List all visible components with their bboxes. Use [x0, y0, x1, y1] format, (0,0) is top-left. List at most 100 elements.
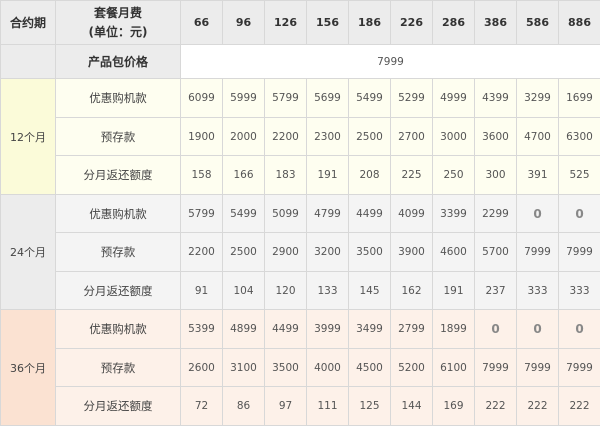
value-cell: 0	[516, 309, 559, 349]
term-label: 36个月	[0, 309, 56, 426]
value-cell: 0	[558, 309, 600, 349]
package-price-row: 产品包价格 7999	[0, 43, 600, 80]
value-cell: 5499	[348, 78, 391, 118]
term-group-12-months: 12个月 优惠购机款 6099 5999 5799 5699 5499 5299 4999 439…	[0, 78, 600, 195]
monthly-rebate-row: 分月返还额度 158 166 183 191 208 225 250 300 391 525	[1, 155, 600, 195]
value-cell: 104	[222, 270, 265, 311]
package-price-value: 7999	[180, 43, 600, 80]
value-cell: 3000	[432, 116, 475, 157]
value-cell: 3100	[222, 347, 265, 388]
value-cell: 0	[558, 193, 600, 234]
value-cell: 3900	[390, 232, 433, 272]
value-cell: 3200	[306, 232, 349, 272]
value-cell: 133	[306, 270, 349, 311]
prepaid-row: 预存款 1900 2000 2200 2300 2500 2700 3000 3600 4700 6…	[1, 116, 600, 157]
row-label: 预存款	[55, 116, 181, 157]
row-label: 分月返还额度	[55, 386, 181, 426]
value-cell: 237	[474, 270, 517, 311]
value-cell: 3600	[474, 116, 517, 157]
value-cell: 86	[222, 386, 265, 426]
value-cell: 7999	[558, 232, 600, 272]
value-cell: 1899	[432, 309, 475, 349]
value-cell: 7999	[558, 347, 600, 388]
value-cell: 2200	[180, 232, 223, 272]
value-cell: 4999	[432, 78, 475, 118]
value-cell: 2300	[306, 116, 349, 157]
value-cell: 4399	[474, 78, 517, 118]
term-label: 24个月	[0, 193, 56, 311]
plan-header: 126	[264, 0, 307, 45]
monthly-rebate-row: 分月返还额度 91 104 120 133 145 162 191 237 333 333	[1, 270, 600, 311]
value-cell: 2200	[264, 116, 307, 157]
value-cell: 5700	[474, 232, 517, 272]
value-cell: 4499	[348, 193, 391, 234]
value-cell: 6300	[558, 116, 600, 157]
discount-price-row: 24个月 优惠购机款 5799 5499 5099 4799 4499 4099 3399 229…	[0, 193, 600, 311]
value-cell: 3999	[306, 309, 349, 349]
value-cell: 2500	[222, 232, 265, 272]
value-cell: 183	[264, 155, 307, 195]
plan-header: 96	[222, 0, 265, 45]
value-cell: 72	[180, 386, 223, 426]
value-cell: 222	[558, 386, 600, 426]
value-cell: 2600	[180, 347, 223, 388]
value-cell: 7999	[474, 347, 517, 388]
value-cell: 2500	[348, 116, 391, 157]
row-label: 优惠购机款	[55, 78, 181, 118]
value-cell: 5499	[222, 193, 265, 234]
value-cell: 4700	[516, 116, 559, 157]
value-cell: 222	[474, 386, 517, 426]
value-cell: 5799	[264, 78, 307, 118]
plan-header: 66	[180, 0, 223, 45]
package-price-label: 产品包价格	[55, 43, 181, 80]
plan-header: 386	[474, 0, 517, 45]
value-cell: 0	[516, 193, 559, 234]
row-label: 优惠购机款	[55, 309, 181, 349]
value-cell: 3500	[348, 232, 391, 272]
value-cell: 5099	[264, 193, 307, 234]
value-cell: 250	[432, 155, 475, 195]
value-cell: 222	[516, 386, 559, 426]
value-cell: 4000	[306, 347, 349, 388]
value-cell: 5799	[180, 193, 223, 234]
monthly-fee-unit: (单位：元)	[88, 24, 148, 39]
value-cell: 3399	[432, 193, 475, 234]
value-cell: 5299	[390, 78, 433, 118]
discount-price-row: 12个月 优惠购机款 6099 5999 5799 5699 5499 5299 4999 439…	[0, 78, 600, 195]
value-cell: 6100	[432, 347, 475, 388]
value-cell: 7999	[516, 232, 559, 272]
value-cell: 144	[390, 386, 433, 426]
value-cell: 4799	[306, 193, 349, 234]
term-group-24-months: 24个月 优惠购机款 5799 5499 5099 4799 4499 4099 3399 229…	[0, 193, 600, 311]
value-cell: 6099	[180, 78, 223, 118]
row-label: 预存款	[55, 232, 181, 272]
plan-header: 586	[516, 0, 559, 45]
value-cell: 4600	[432, 232, 475, 272]
row-label: 预存款	[55, 347, 181, 388]
value-cell: 2700	[390, 116, 433, 157]
value-cell: 162	[390, 270, 433, 311]
value-cell: 3500	[264, 347, 307, 388]
value-cell: 5999	[222, 78, 265, 118]
discount-price-row: 36个月 优惠购机款 5399 4899 4499 3999 3499 2799 1899 0 0 0	[0, 309, 600, 426]
plan-header: 156	[306, 0, 349, 45]
value-cell: 2900	[264, 232, 307, 272]
value-cell: 97	[264, 386, 307, 426]
row-label: 优惠购机款	[55, 193, 181, 234]
plan-header: 286	[432, 0, 475, 45]
value-cell: 125	[348, 386, 391, 426]
value-cell: 333	[516, 270, 559, 311]
value-cell: 4899	[222, 309, 265, 349]
value-cell: 391	[516, 155, 559, 195]
value-cell: 111	[306, 386, 349, 426]
value-cell: 158	[180, 155, 223, 195]
term-label: 12个月	[0, 78, 56, 195]
plan-header: 886	[558, 0, 600, 45]
value-cell: 5699	[306, 78, 349, 118]
value-cell: 2299	[474, 193, 517, 234]
value-cell: 333	[558, 270, 600, 311]
monthly-rebate-row: 分月返还额度 72 86 97 111 125 144 169 222 222 222	[1, 386, 600, 426]
plan-header: 226	[390, 0, 433, 45]
term-group-36-months: 36个月 优惠购机款 5399 4899 4499 3999 3499 2799 1899 0 0 0…	[0, 309, 600, 426]
value-cell: 4500	[348, 347, 391, 388]
